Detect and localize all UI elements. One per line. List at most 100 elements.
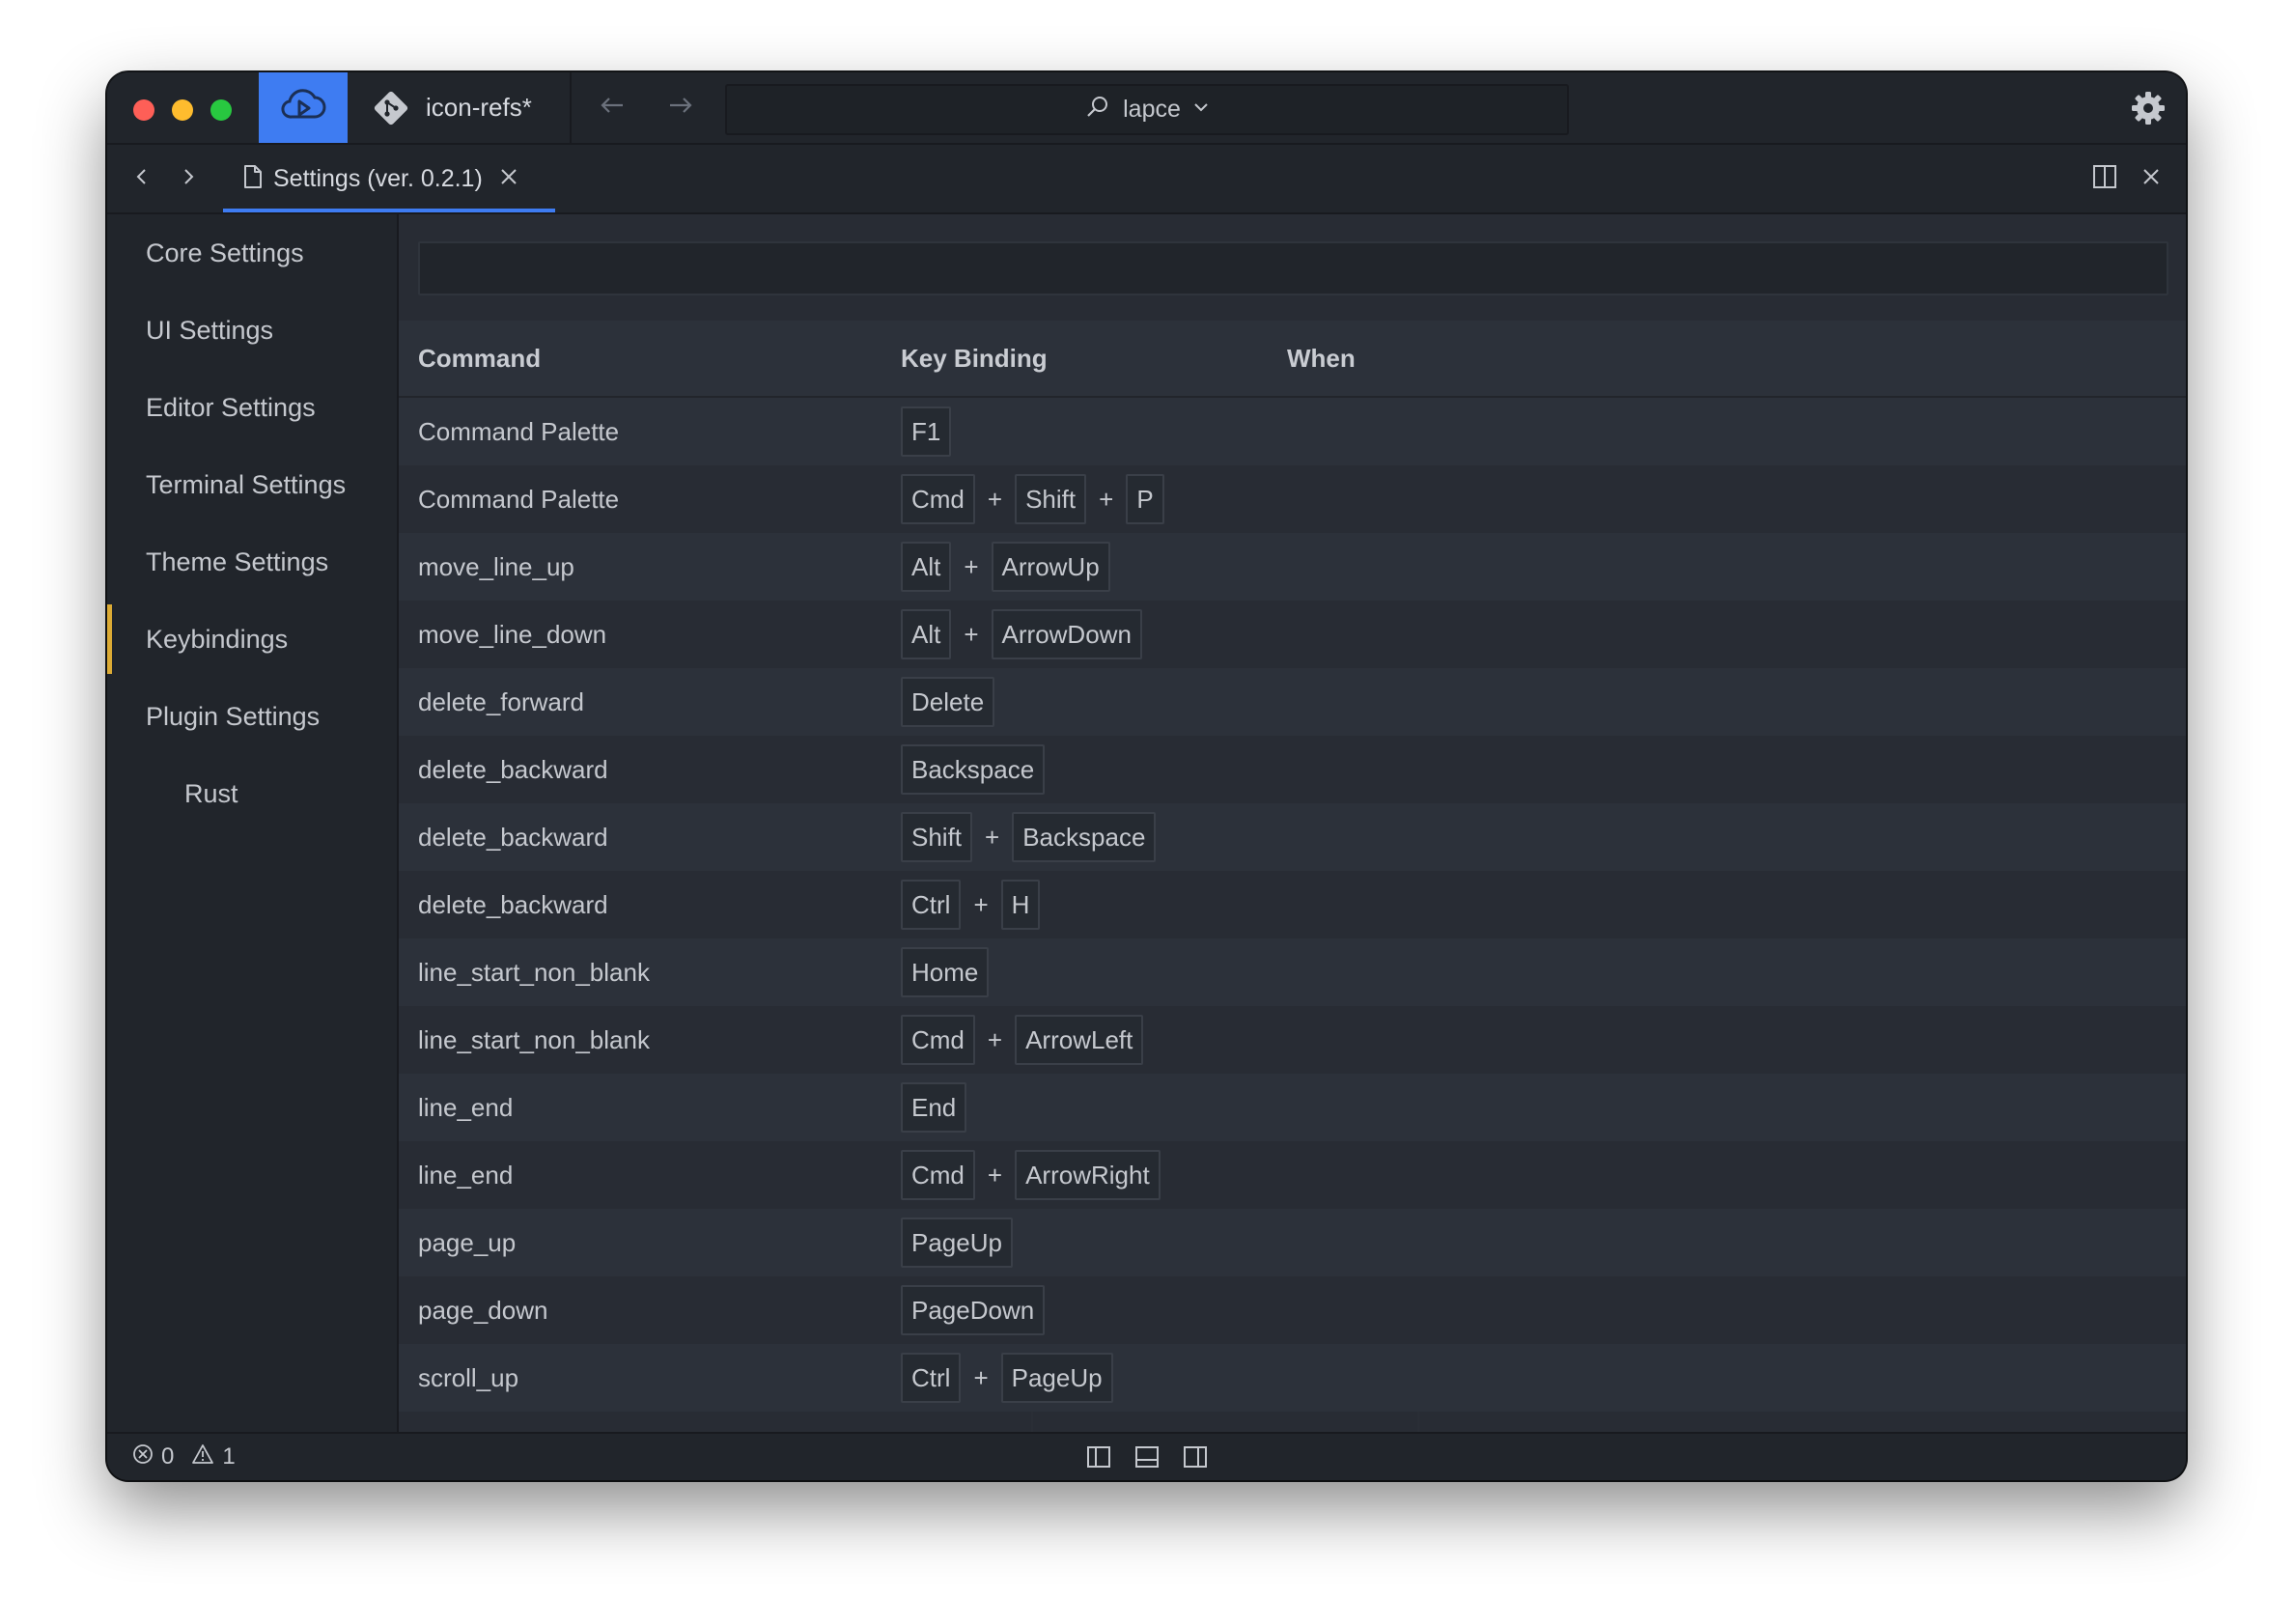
settings-button[interactable] [2130, 90, 2167, 126]
key-separator: + [964, 619, 979, 649]
key-badge: PageUp [901, 1218, 1013, 1268]
key-badge: End [901, 1082, 967, 1133]
key-binding-cell[interactable]: Ctrl + H [901, 871, 1041, 938]
tab-bar: Settings (ver. 0.2.1) [107, 145, 2186, 214]
key-badge: ArrowRight [1015, 1150, 1161, 1200]
workspace-name: lapce [1123, 96, 1181, 123]
key-badge: F1 [901, 406, 952, 457]
column-header-when[interactable]: When [1287, 321, 1356, 396]
table-row[interactable]: delete_backward Ctrl + H [399, 871, 2186, 938]
command-cell: Command Palette [418, 416, 620, 446]
tab-settings[interactable]: Settings (ver. 0.2.1) [223, 145, 555, 212]
table-row[interactable]: scroll_up Ctrl + PageUp [399, 1344, 2186, 1412]
command-cell: line_start_non_blank [418, 1024, 650, 1054]
toggle-bottom-panel-button[interactable] [1133, 1443, 1161, 1470]
key-binding-cell[interactable]: Ctrl + PageUp [901, 1344, 1113, 1412]
column-header-command[interactable]: Command [418, 321, 541, 396]
key-badge: ArrowUp [991, 542, 1110, 592]
key-binding-cell[interactable]: Delete [901, 668, 995, 736]
sidebar-item-rust[interactable]: Rust [107, 755, 397, 832]
chevron-down-icon [1192, 98, 1210, 121]
key-binding-cell[interactable]: Backspace [901, 736, 1046, 803]
key-binding-cell[interactable]: F1 [901, 398, 952, 465]
sidebar-item-editor-settings[interactable]: Editor Settings [107, 369, 397, 446]
table-row[interactable]: delete_backward Backspace [399, 736, 2186, 803]
command-cell: delete_backward [418, 889, 608, 919]
active-tab-indicator [223, 209, 555, 212]
warning-count: 1 [222, 1443, 236, 1470]
branch-selector[interactable]: icon-refs* [348, 72, 572, 143]
key-separator: + [985, 822, 1000, 852]
table-row[interactable]: line_end Cmd + ArrowRight [399, 1141, 2186, 1209]
keybinding-filter-input[interactable] [418, 241, 2168, 295]
forward-button[interactable] [663, 90, 698, 125]
tab-back-button[interactable] [125, 161, 159, 196]
keybindings-table: Command Key Binding When Command Palette… [399, 321, 2186, 1412]
key-binding-cell[interactable]: Cmd + ArrowRight [901, 1141, 1161, 1209]
table-row[interactable]: line_end End [399, 1074, 2186, 1141]
status-bar: 0 1 [107, 1432, 2186, 1480]
command-cell: delete_forward [418, 686, 584, 716]
key-separator: + [987, 484, 1003, 514]
sidebar-item-keybindings[interactable]: Keybindings [107, 601, 397, 678]
zoom-window-button[interactable] [210, 99, 232, 121]
command-cell: line_start_non_blank [418, 957, 650, 987]
close-window-button[interactable] [133, 99, 154, 121]
table-row[interactable]: page_down PageDown [399, 1276, 2186, 1344]
key-binding-cell[interactable]: PageDown [901, 1276, 1046, 1344]
key-binding-cell[interactable]: Shift + Backspace [901, 803, 1157, 871]
table-row[interactable]: move_line_up Alt + ArrowUp [399, 533, 2186, 601]
key-binding-cell[interactable]: Alt + ArrowUp [901, 533, 1110, 601]
close-tab-button[interactable] [498, 166, 519, 192]
back-button[interactable] [595, 90, 629, 125]
table-row[interactable]: line_start_non_blank Home [399, 938, 2186, 1006]
toggle-bottom-panel-icon [1133, 1446, 1161, 1474]
table-row[interactable]: move_line_down Alt + ArrowDown [399, 601, 2186, 668]
problems-indicator[interactable]: 0 1 [132, 1434, 236, 1480]
search-icon [1084, 94, 1111, 126]
command-cell: scroll_up [418, 1362, 519, 1392]
sidebar-item-terminal-settings[interactable]: Terminal Settings [107, 446, 397, 523]
sidebar-item-plugin-settings[interactable]: Plugin Settings [107, 678, 397, 755]
minimize-window-button[interactable] [172, 99, 193, 121]
key-badge: Ctrl [901, 880, 962, 930]
table-row[interactable]: page_up PageUp [399, 1209, 2186, 1276]
split-editor-button[interactable] [2087, 161, 2122, 196]
key-badge: PageUp [1000, 1353, 1113, 1403]
key-binding-cell[interactable]: Cmd + ArrowLeft [901, 1006, 1144, 1074]
key-badge: Ctrl [901, 1353, 962, 1403]
remote-button[interactable] [259, 72, 348, 143]
key-badge: Shift [1015, 474, 1087, 524]
table-row[interactable]: delete_forward Delete [399, 668, 2186, 736]
gear-icon [2130, 92, 2167, 130]
key-badge: Delete [901, 677, 995, 727]
table-row[interactable]: line_start_non_blank Cmd + ArrowLeft [399, 1006, 2186, 1074]
key-binding-cell[interactable]: End [901, 1074, 967, 1141]
column-header-key-binding[interactable]: Key Binding [901, 321, 1048, 396]
table-row[interactable]: Command Palette Cmd + Shift + P [399, 465, 2186, 533]
key-badge: ArrowLeft [1015, 1015, 1144, 1065]
key-binding-cell[interactable]: PageUp [901, 1209, 1013, 1276]
key-separator: + [987, 1024, 1003, 1054]
toggle-left-panel-button[interactable] [1085, 1443, 1112, 1470]
settings-sidebar: Core Settings UI Settings Editor Setting… [107, 214, 399, 1434]
chevron-left-icon [130, 165, 154, 193]
command-cell: move_line_up [418, 551, 574, 581]
toggle-right-panel-button[interactable] [1182, 1443, 1209, 1470]
command-cell: line_end [418, 1160, 514, 1190]
sidebar-item-ui-settings[interactable]: UI Settings [107, 292, 397, 369]
key-binding-cell[interactable]: Cmd + Shift + P [901, 465, 1164, 533]
sidebar-item-theme-settings[interactable]: Theme Settings [107, 523, 397, 601]
key-binding-cell[interactable]: Home [901, 938, 990, 1006]
sidebar-item-core-settings[interactable]: Core Settings [107, 214, 397, 292]
sidebar-item-label: Core Settings [146, 238, 304, 267]
split-editor-icon [2091, 163, 2118, 195]
key-binding-cell[interactable]: Alt + ArrowDown [901, 601, 1142, 668]
workspace-search-box[interactable]: lapce [725, 84, 1569, 135]
table-row[interactable]: Command Palette F1 [399, 398, 2186, 465]
close-editor-button[interactable] [2134, 161, 2168, 196]
table-row[interactable]: delete_backward Shift + Backspace [399, 803, 2186, 871]
keybindings-panel: Command Key Binding When Command Palette… [399, 214, 2186, 1434]
error-icon [132, 1443, 154, 1471]
tab-forward-button[interactable] [171, 161, 206, 196]
